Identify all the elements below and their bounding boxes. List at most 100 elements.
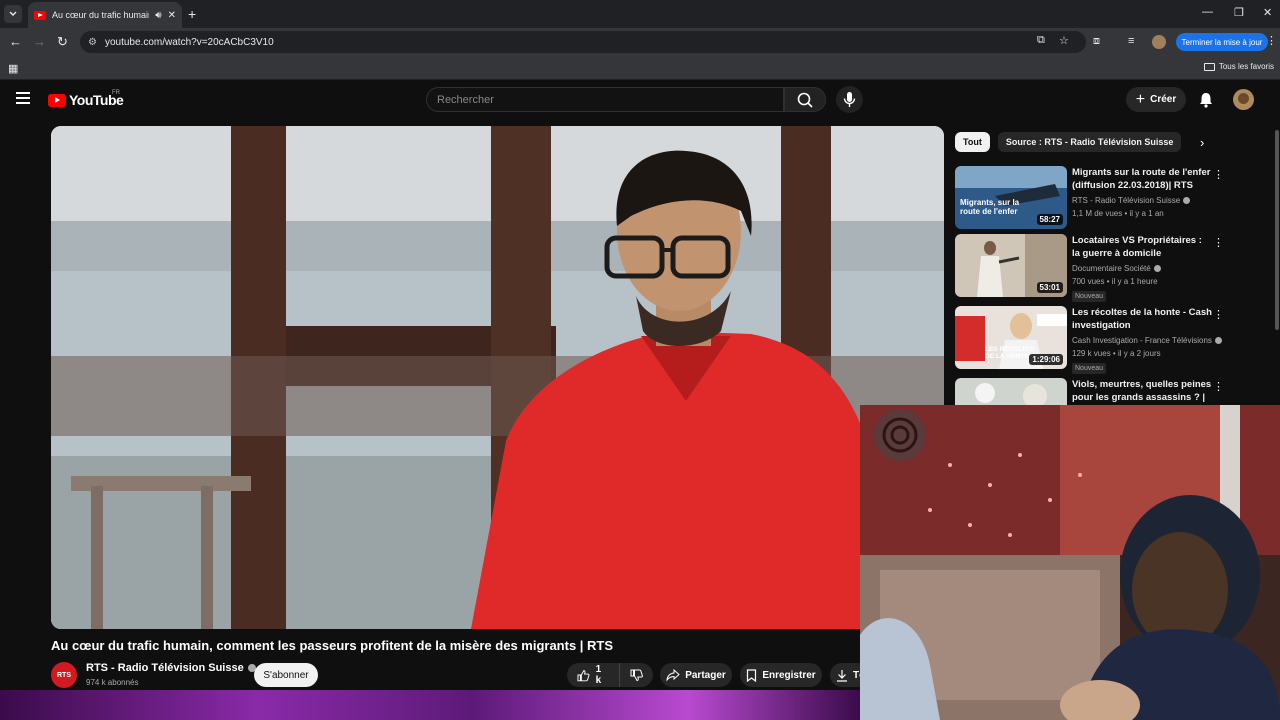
- video-title: Au cœur du trafic humain, comment les pa…: [51, 638, 614, 653]
- like-count: 1 k: [595, 664, 602, 686]
- more-options-icon[interactable]: ⋮: [1213, 308, 1224, 321]
- minimize-icon[interactable]: —: [1202, 6, 1213, 18]
- recommendation-channel[interactable]: Cash Investigation - France Télévisions: [1072, 336, 1222, 345]
- chip-source[interactable]: Source : RTS - Radio Télévision Suisse: [997, 132, 1182, 152]
- forward-arrow-icon[interactable]: →: [33, 34, 46, 50]
- video-duration: 58:27: [1036, 214, 1063, 225]
- save-button[interactable]: Enregistrer: [740, 663, 822, 687]
- new-tab-button[interactable]: +: [188, 5, 196, 23]
- plus-icon: +: [1135, 90, 1146, 108]
- video-duration: 53:01: [1036, 282, 1063, 293]
- youtube-play-icon: [48, 93, 66, 107]
- country-code: FR: [112, 90, 120, 96]
- video-thumbnail[interactable]: LES RÉCOLTES DE LA HONTE 1:29:06: [955, 306, 1067, 369]
- channel-label: RTS - Radio Télévision Suisse: [1072, 196, 1181, 205]
- bookmark-icon: [747, 668, 757, 682]
- video-thumbnail[interactable]: Migrants, sur la route de l'enfer 58:27: [955, 166, 1067, 229]
- search-icon: [797, 92, 813, 108]
- address-bar[interactable]: ⚙ youtube.com/watch?v=20cACbC3V10: [80, 31, 1086, 53]
- thumbnail-caption: Migrants, sur la route de l'enfer: [960, 198, 1020, 216]
- thumbs-down-icon: [630, 669, 643, 681]
- recommendation-item[interactable]: 53:01 Locataires VS Propriétaires : la g…: [955, 234, 1271, 302]
- more-options-icon[interactable]: ⋮: [1213, 168, 1224, 181]
- search-button[interactable]: [784, 87, 826, 112]
- bookmark-star-icon[interactable]: ☆: [1059, 34, 1069, 47]
- video-thumbnail[interactable]: 53:01: [955, 234, 1067, 297]
- chevron-down-icon: [9, 11, 17, 16]
- sidebar-scrollbar[interactable]: [1275, 130, 1279, 330]
- create-button[interactable]: + Créer: [1126, 87, 1186, 112]
- speaker-icon[interactable]: 🔊︎: [155, 10, 161, 21]
- user-avatar[interactable]: [1233, 89, 1254, 110]
- browser-toolbar: ← → ↻ ⚙ youtube.com/watch?v=20cACbC3V10 …: [0, 28, 1280, 56]
- description-preview-strip: [0, 690, 860, 720]
- recommendation-channel[interactable]: RTS - Radio Télévision Suisse: [1072, 196, 1191, 205]
- channel-name-label: RTS - Radio Télévision Suisse: [86, 662, 244, 674]
- webcam-overlay: [860, 405, 1280, 720]
- more-options-icon[interactable]: ⋮: [1213, 236, 1224, 249]
- install-app-icon[interactable]: ⧉: [1037, 34, 1045, 47]
- reload-icon[interactable]: ↻: [57, 34, 68, 50]
- subscribe-button[interactable]: S'abonner: [254, 663, 318, 687]
- microphone-icon: [843, 92, 856, 107]
- more-options-icon[interactable]: ⋮: [1213, 380, 1224, 393]
- verified-check-icon: [1153, 265, 1161, 272]
- browser-tab-active[interactable]: Au cœur du trafic humain, c 🔊︎ ✕: [28, 2, 182, 28]
- video-duration: 1:29:06: [1029, 354, 1063, 365]
- bookmarks-bar: ▦ Tous les favoris: [0, 56, 1280, 80]
- site-info-icon[interactable]: ⚙: [88, 37, 97, 48]
- media-controls-icon[interactable]: ≡: [1128, 35, 1134, 47]
- video-player[interactable]: [51, 126, 944, 629]
- apps-grid-icon[interactable]: ▦: [8, 62, 18, 75]
- thumbnail-caption: LES RÉCOLTES DE LA HONTE: [985, 346, 1035, 360]
- recommendation-item[interactable]: LES RÉCOLTES DE LA HONTE 1:29:06 Les réc…: [955, 306, 1271, 374]
- youtube-masthead: YouTube FR + Créer: [0, 80, 1280, 120]
- search-input[interactable]: [427, 88, 783, 111]
- notifications-button[interactable]: [1198, 91, 1214, 113]
- channel-label: Cash Investigation - France Télévisions: [1072, 336, 1212, 345]
- create-label: Créer: [1150, 94, 1177, 105]
- recommendation-meta: 1,1 M de vues • il y a 1 an: [1072, 209, 1164, 218]
- recommendation-title[interactable]: Locataires VS Propriétaires : la guerre …: [1072, 234, 1212, 260]
- voice-search-button[interactable]: [836, 86, 863, 113]
- recommendation-title[interactable]: Les récoltes de la honte - Cash investig…: [1072, 306, 1212, 332]
- chip-all[interactable]: Tout: [955, 132, 990, 152]
- guide-menu-icon[interactable]: [16, 92, 30, 104]
- webcam-image: [860, 405, 1280, 720]
- close-window-icon[interactable]: ✕: [1263, 6, 1272, 19]
- video-frame: [51, 126, 944, 629]
- recommendation-channel[interactable]: Documentaire Société: [1072, 264, 1161, 273]
- channel-avatar[interactable]: RTS: [51, 662, 77, 688]
- channel-label: Documentaire Société: [1072, 264, 1151, 273]
- thumbs-up-icon: [577, 669, 590, 681]
- like-button[interactable]: 1 k: [567, 663, 620, 687]
- filter-chips: Tout Source : RTS - Radio Télévision Sui…: [955, 132, 1182, 152]
- subscriber-count: 974 k abonnés: [86, 678, 139, 687]
- browser-menu-icon[interactable]: ⋮: [1266, 34, 1277, 47]
- extensions-icon[interactable]: ⧈: [1093, 35, 1100, 48]
- verified-check-icon: [1183, 197, 1191, 204]
- download-icon: [837, 669, 847, 682]
- recommendation-title[interactable]: Migrants sur la route de l'enfer (diffus…: [1072, 166, 1212, 192]
- recommendation-meta: 129 k vues • il y a 2 jours: [1072, 349, 1161, 358]
- share-button[interactable]: Partager: [660, 663, 732, 687]
- youtube-favicon-icon: [34, 10, 46, 20]
- tab-search-button[interactable]: [4, 5, 22, 23]
- dislike-button[interactable]: [620, 663, 653, 687]
- recommendation-item[interactable]: Migrants, sur la route de l'enfer 58:27 …: [955, 166, 1271, 232]
- profile-avatar[interactable]: [1152, 35, 1166, 49]
- verified-check-icon: [1214, 337, 1222, 344]
- share-label: Partager: [685, 669, 726, 681]
- close-tab-icon[interactable]: ✕: [168, 10, 176, 21]
- update-button[interactable]: Terminer la mise à jour: [1176, 33, 1268, 51]
- chevron-right-icon[interactable]: ›: [1200, 135, 1204, 150]
- save-label: Enregistrer: [762, 669, 816, 681]
- channel-name[interactable]: RTS - Radio Télévision Suisse: [86, 662, 256, 674]
- all-bookmarks-button[interactable]: Tous les favoris: [1203, 62, 1274, 71]
- share-arrow-icon: [666, 669, 680, 681]
- new-badge: Nouveau: [1072, 291, 1107, 302]
- back-arrow-icon[interactable]: ←: [9, 34, 22, 50]
- search-box: [426, 87, 784, 112]
- restore-icon[interactable]: ❐: [1234, 6, 1244, 19]
- browser-tab-strip: Au cœur du trafic humain, c 🔊︎ ✕ + — ❐ ✕: [0, 0, 1280, 28]
